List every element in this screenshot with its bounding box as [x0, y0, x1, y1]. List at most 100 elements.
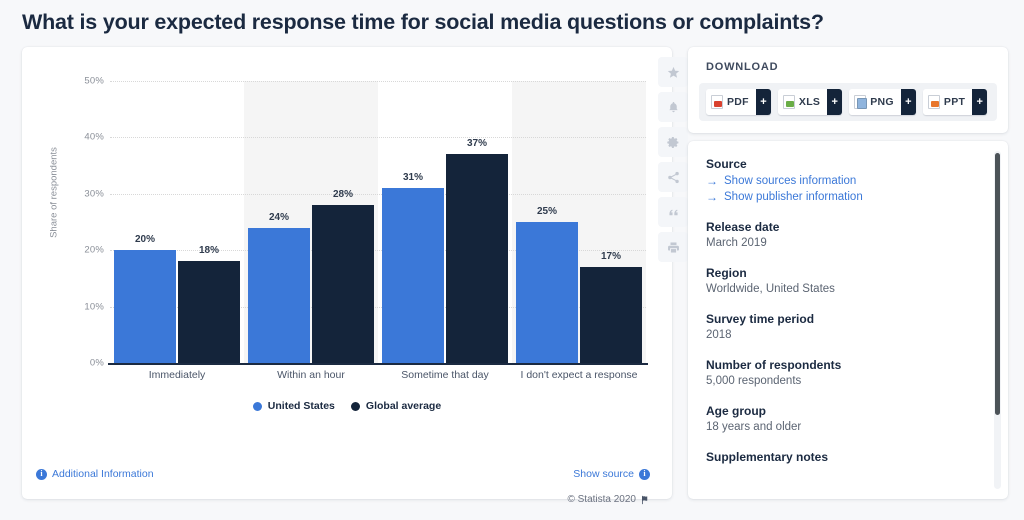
download-ppt-main[interactable]: PPT: [922, 89, 973, 115]
plot-area: [110, 81, 646, 363]
arrow-right-icon: →: [706, 190, 718, 204]
download-pdf-label: PDF: [727, 96, 749, 108]
ppt-file-icon: [927, 95, 940, 109]
x-axis-line: [108, 363, 648, 365]
bar[interactable]: [382, 188, 444, 363]
age-group-heading: Age group: [706, 404, 766, 418]
share-icon: [667, 171, 679, 183]
additional-information-label: Additional Information: [52, 468, 154, 480]
y-axis-tick-label: 10%: [84, 301, 104, 313]
bar-value-label: 24%: [268, 211, 290, 223]
y-axis-tick-label: 0%: [89, 357, 104, 369]
info-icon: i: [36, 468, 47, 480]
y-axis-tick-label: 30%: [84, 188, 104, 200]
download-pdf-main[interactable]: PDF: [706, 89, 756, 115]
legend-label: Global average: [365, 400, 442, 412]
number-of-respondents-value: 5,000 respondents: [706, 375, 802, 387]
bar-value-label: 28%: [332, 189, 354, 201]
chart-container: 0% 10% 20% 30% 40% 50% Share of respondents U…: [22, 47, 688, 505]
chart-card: 0% 10% 20% 30% 40% 50% Share of respondents U…: [22, 47, 688, 505]
bar-value-label: 31%: [402, 172, 424, 184]
additional-information-link[interactable]: i Additional Information: [36, 468, 154, 480]
y-axis-tick-label: 50%: [84, 75, 104, 87]
show-sources-information-label: Show sources information: [724, 175, 857, 187]
x-axis-category-label: Within an hour: [277, 369, 345, 381]
bar-value-label: 20%: [134, 234, 156, 246]
download-png-button[interactable]: PNG +: [849, 89, 916, 115]
download-ppt-button[interactable]: PPT +: [922, 89, 988, 115]
download-xls-main[interactable]: XLS: [777, 89, 828, 115]
bar[interactable]: [516, 222, 578, 363]
x-axis-category-label: Immediately: [148, 369, 206, 381]
release-date-value: March 2019: [706, 237, 767, 249]
legend-item[interactable]: Global average: [350, 400, 442, 412]
chart-legend: United States Global average: [22, 400, 672, 412]
bar[interactable]: [248, 227, 310, 363]
download-ppt-options-button[interactable]: +: [972, 89, 988, 115]
download-pdf-button[interactable]: PDF +: [706, 89, 771, 115]
download-heading: DOWNLOAD: [706, 61, 779, 73]
region-heading: Region: [706, 266, 747, 280]
bar-value-label: 18%: [198, 245, 220, 257]
bar-value-label: 37%: [466, 138, 488, 150]
y-axis-tick-label: 20%: [84, 244, 104, 256]
pdf-file-icon: [711, 95, 723, 109]
download-xls-options-button[interactable]: +: [827, 89, 843, 115]
share-button[interactable]: [658, 162, 688, 192]
page-title: What is your expected response time for …: [22, 10, 824, 34]
y-axis-tick-label: 40%: [84, 131, 104, 143]
source-card: Source → Show sources information → Show…: [688, 141, 1008, 499]
download-png-main[interactable]: PNG: [849, 89, 901, 115]
show-source-label: Show source: [573, 468, 634, 480]
bar[interactable]: [312, 205, 374, 363]
settings-button[interactable]: [658, 127, 688, 157]
download-ppt-label: PPT: [943, 96, 966, 108]
quote-icon: [668, 209, 678, 215]
legend-item[interactable]: United States: [252, 400, 335, 412]
source-scrollbar[interactable]: [994, 151, 1001, 489]
supplementary-notes-heading: Supplementary notes: [706, 450, 829, 464]
source-heading: Source: [706, 157, 747, 171]
copyright-label: © Statista 2020: [567, 494, 636, 505]
print-icon: [667, 241, 679, 253]
notify-button[interactable]: [658, 92, 688, 122]
survey-time-period-heading: Survey time period: [706, 312, 815, 326]
gridline: [110, 193, 646, 195]
flag-icon[interactable]: [640, 495, 650, 505]
bar[interactable]: [114, 250, 176, 363]
legend-color-swatch: [350, 401, 360, 411]
y-axis-title: Share of respondents: [48, 147, 60, 238]
cite-button[interactable]: [658, 197, 688, 227]
favorite-button[interactable]: [658, 57, 688, 87]
show-sources-information-link[interactable]: → Show sources information: [706, 175, 976, 187]
bar[interactable]: [580, 267, 642, 363]
show-publisher-information-label: Show publisher information: [724, 191, 863, 203]
download-pdf-options-button[interactable]: +: [755, 89, 771, 115]
region-value: Worldwide, United States: [706, 283, 835, 295]
star-icon: [667, 66, 679, 78]
age-group-value: 18 years and older: [706, 421, 802, 433]
x-axis-category-label: I don't expect a response: [520, 369, 638, 381]
download-xls-label: XLS: [798, 96, 821, 108]
bar[interactable]: [178, 261, 240, 363]
download-card: DOWNLOAD PDF + XLS + PNG + PPT +: [688, 47, 1008, 133]
print-button[interactable]: [658, 232, 688, 262]
download-button-row: PDF + XLS + PNG + PPT +: [699, 83, 997, 121]
download-xls-button[interactable]: XLS +: [777, 89, 843, 115]
survey-time-period-value: 2018: [706, 329, 732, 341]
legend-color-swatch: [252, 401, 262, 411]
x-axis-category-label: Sometime that day: [401, 369, 489, 381]
download-png-label: PNG: [870, 96, 894, 108]
show-publisher-information-link[interactable]: → Show publisher information: [706, 191, 976, 203]
bar[interactable]: [446, 154, 508, 363]
show-source-link[interactable]: Show source i: [573, 468, 650, 480]
bar-value-label: 25%: [536, 206, 558, 217]
legend-label: United States: [267, 400, 335, 412]
source-details: Source → Show sources information → Show…: [706, 157, 976, 464]
download-png-options-button[interactable]: +: [900, 89, 916, 115]
gridline: [110, 81, 646, 82]
gear-icon: [666, 136, 678, 148]
bar-value-label: 17%: [600, 251, 622, 263]
release-date-heading: Release date: [706, 220, 780, 234]
source-scrollbar-thumb[interactable]: [995, 153, 1000, 415]
